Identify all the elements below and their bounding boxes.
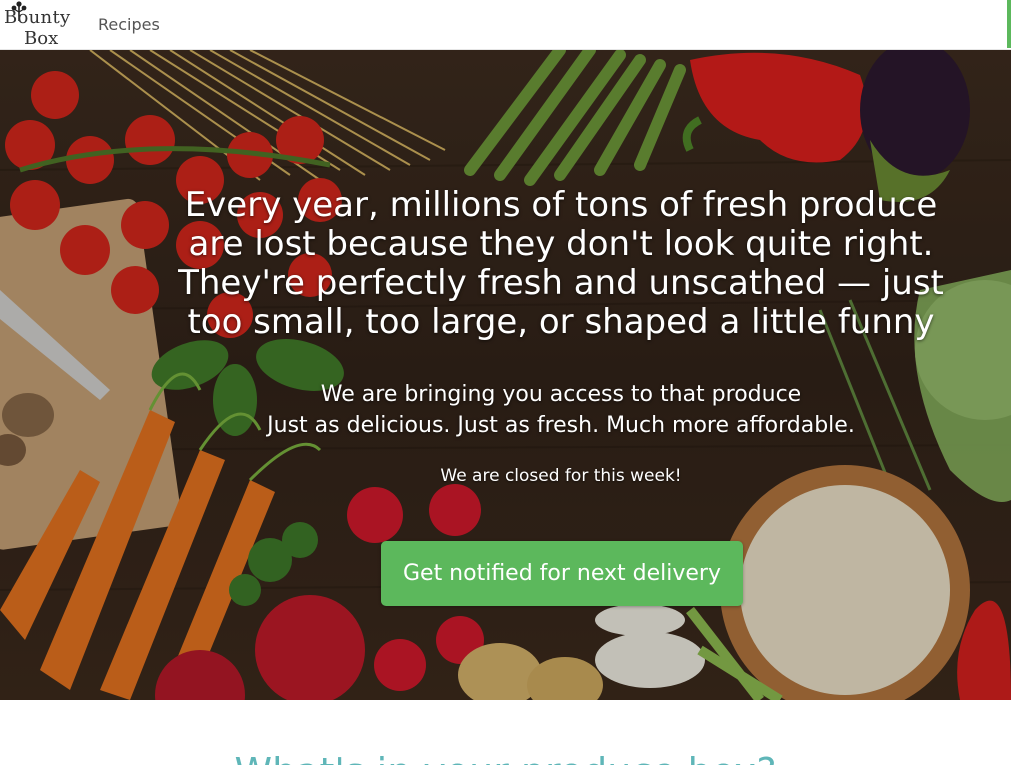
headline-line: are lost because they don't look quite r…: [188, 224, 934, 264]
navbar-accent-bar: [1007, 0, 1011, 48]
hero-banner: Every year, millions of tons of fresh pr…: [0, 50, 1011, 700]
headline-line: Every year, millions of tons of fresh pr…: [184, 185, 938, 225]
nav-link-recipes[interactable]: Recipes: [98, 15, 160, 34]
navbar: Bounty Box Recipes: [0, 0, 1011, 50]
headline-line: They're perfectly fresh and unscathed — …: [178, 263, 944, 303]
brand-logo[interactable]: Bounty Box: [2, 1, 72, 49]
hero-headline: Every year, millions of tons of fresh pr…: [170, 186, 952, 342]
logo-text-line2: Box: [24, 28, 59, 49]
section-heading: What's in your produce box?: [0, 750, 1011, 765]
closed-notice: We are closed for this week!: [440, 466, 682, 486]
logo-text-line1: Bounty: [4, 7, 71, 28]
hero-subheading: We are bringing you access to that produ…: [170, 379, 952, 441]
subheading-line: We are bringing you access to that produ…: [320, 382, 802, 407]
notify-next-delivery-button[interactable]: Get notified for next delivery: [381, 541, 743, 606]
subheading-line: Just as delicious. Just as fresh. Much m…: [267, 413, 855, 438]
headline-line: too small, too large, or shaped a little…: [187, 302, 935, 342]
produce-box-section: What's in your produce box?: [0, 700, 1011, 765]
